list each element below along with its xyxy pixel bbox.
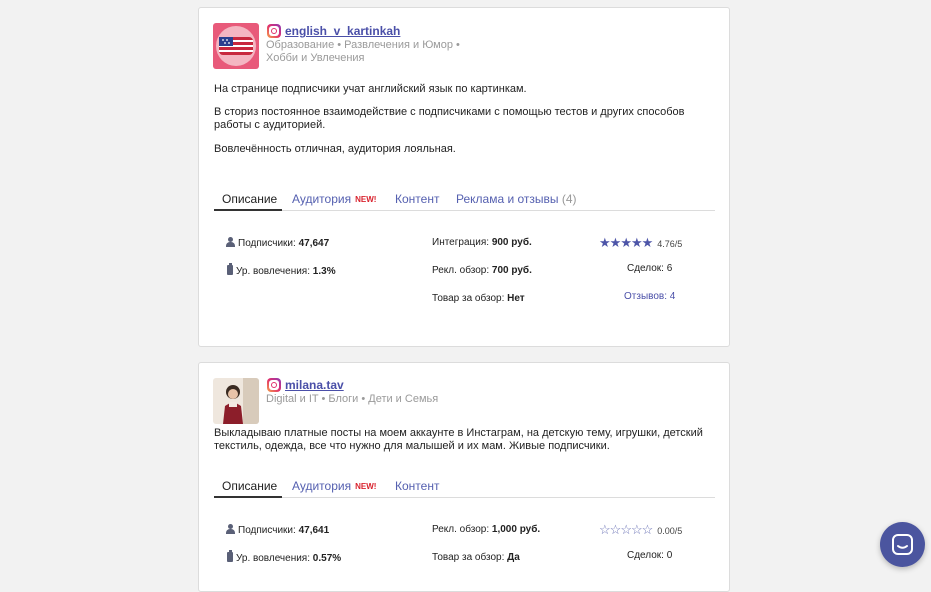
tab-label: Аудитория (292, 479, 352, 493)
product-value: Нет (507, 293, 525, 304)
account-handle-link[interactable]: english_v_kartinkah (285, 24, 400, 38)
engagement-stat: Ур. вовлечения: 1.3% (227, 263, 336, 277)
chat-icon (892, 534, 913, 555)
account-categories: Образование • Развлечения и Юмор • Хобби… (266, 39, 460, 64)
reviews-count: (4) (561, 192, 577, 206)
description-paragraph: Выкладываю платные посты на моем аккаунт… (214, 427, 703, 452)
engagement-value: 1.3% (312, 266, 336, 277)
review-price: Рекл. обзор: 1,000 руб. (432, 524, 540, 535)
followers-label: Подписчики: (238, 238, 296, 249)
star-list: ★★★★★ (599, 235, 654, 250)
instagram-icon (267, 24, 281, 38)
review-value: 1,000 руб. (491, 524, 541, 535)
review-value: 700 руб. (491, 265, 532, 276)
rating-value: 4.76/5 (657, 239, 683, 249)
product-label: Товар за обзор: (432, 293, 505, 304)
tab-label: Описание (222, 479, 278, 493)
deals-count: Сделок: 6 (627, 263, 673, 274)
deals-count: Сделок: 0 (627, 550, 673, 561)
tab-content[interactable]: Контент (395, 479, 439, 493)
star-empty-icon: ☆ (609, 522, 622, 537)
battery-icon (227, 263, 233, 275)
product-for-review: Товар за обзор: Да (432, 552, 520, 563)
tab-label: Аудитория (292, 192, 352, 206)
account-handle-link[interactable]: milana.tav (285, 378, 344, 392)
avatar[interactable] (213, 378, 259, 424)
active-tab-indicator (214, 496, 282, 498)
star-filled-icon: ★ (620, 235, 632, 250)
avatar[interactable] (213, 23, 259, 69)
listing-tabs: Описание Аудитория NEW! Контент (214, 475, 715, 498)
battery-icon (227, 550, 233, 562)
followers-stat: Подписчики: 47,641 (226, 524, 329, 536)
rating-value: 0.00/5 (657, 526, 683, 536)
star-empty-icon: ☆ (620, 522, 632, 537)
followers-label: Подписчики: (238, 525, 296, 536)
star-empty-icon: ☆ (630, 522, 643, 537)
listing-card: english_v_kartinkah Образование • Развле… (198, 7, 730, 347)
review-price: Рекл. обзор: 700 руб. (432, 265, 532, 276)
tab-label: Реклама и отзывы (456, 192, 559, 206)
tab-content[interactable]: Контент (395, 192, 439, 206)
listing-tabs: Описание Аудитория NEW! Контент Реклама и… (214, 188, 715, 211)
listing-card: milana.tav Digital и IT • Блоги • Дети и… (198, 362, 730, 592)
description-paragraph: Вовлечённость отличная, аудитория лояльн… (214, 143, 456, 155)
review-label: Рекл. обзор: (432, 524, 490, 535)
tab-description[interactable]: Описание (222, 192, 277, 206)
active-tab-indicator (214, 209, 282, 211)
chat-button[interactable] (880, 522, 925, 567)
rating-stars: ☆☆☆☆☆ 0.00/5 (599, 522, 682, 538)
star-empty-icon: ☆ (641, 522, 654, 537)
description-paragraph: На странице подписчики учат английский я… (214, 83, 527, 95)
description-paragraph: В сториз постоянное взаимодействие с под… (214, 106, 685, 131)
tab-label: Описание (222, 192, 278, 206)
star-filled-icon: ★ (599, 235, 611, 250)
tab-label: Контент (395, 192, 440, 206)
product-for-review: Товар за обзор: Нет (432, 293, 525, 304)
integration-value: 900 руб. (491, 237, 532, 248)
tab-label: Контент (395, 479, 440, 493)
star-empty-icon: ☆ (599, 522, 611, 537)
rating-stars: ★★★★★ 4.76/5 (599, 235, 682, 251)
reviews-link[interactable]: Отзывов: 4 (624, 291, 675, 302)
star-filled-icon: ★ (609, 235, 622, 250)
instagram-icon (267, 378, 281, 392)
followers-value: 47,641 (298, 525, 330, 536)
star-list: ☆☆☆☆☆ (599, 522, 654, 537)
new-badge: NEW! (355, 195, 377, 204)
new-badge: NEW! (355, 482, 377, 491)
followers-stat: Подписчики: 47,647 (226, 237, 329, 249)
integration-label: Интеграция: (432, 237, 490, 248)
engagement-value: 0.57% (312, 553, 342, 564)
followers-value: 47,647 (298, 238, 330, 249)
person-icon (226, 524, 235, 534)
tab-description[interactable]: Описание (222, 479, 277, 493)
product-label: Товар за обзор: (432, 552, 505, 563)
integration-price: Интеграция: 900 руб. (432, 237, 532, 248)
tab-audience[interactable]: Аудитория NEW! (292, 479, 376, 493)
star-filled-icon: ★ (630, 235, 643, 250)
engagement-label: Ур. вовлечения: (236, 266, 311, 277)
account-categories: Digital и IT • Блоги • Дети и Семья (266, 393, 439, 405)
star-filled-icon: ★ (641, 235, 654, 250)
person-icon (226, 237, 235, 247)
review-label: Рекл. обзор: (432, 265, 490, 276)
engagement-stat: Ур. вовлечения: 0.57% (227, 550, 342, 564)
engagement-label: Ур. вовлечения: (236, 553, 311, 564)
tab-audience[interactable]: Аудитория NEW! (292, 192, 376, 206)
product-value: Да (507, 552, 520, 563)
tab-ads-reviews[interactable]: Реклама и отзывы (4) (456, 192, 577, 206)
